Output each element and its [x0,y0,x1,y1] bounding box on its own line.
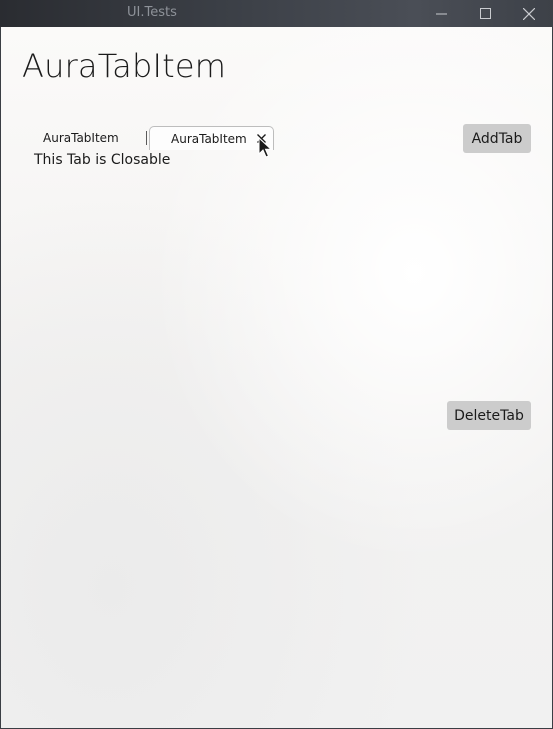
title-bar[interactable]: UI.Tests [0,0,553,27]
tab-separator [146,131,147,145]
tab-auratabitem-1[interactable]: AuraTabItem [29,125,145,151]
tab-auratabitem-2[interactable]: AuraTabItem [149,126,274,150]
close-button[interactable] [507,0,551,27]
tab-label: AuraTabItem [43,131,119,145]
minimize-button[interactable] [419,0,463,27]
tab-content-text: This Tab is Closable [34,152,171,168]
tab-close-icon[interactable] [254,131,268,145]
tab-label: AuraTabItem [171,131,247,146]
close-icon [523,7,535,20]
add-tab-button[interactable]: AddTab [463,124,531,153]
maximize-button[interactable] [463,0,507,27]
window-content: AuraTabItem AuraTabItem AuraTabItem This… [1,27,552,728]
maximize-icon [479,8,491,19]
minimize-icon [435,8,447,19]
delete-tab-button[interactable]: DeleteTab [447,401,531,430]
window-title: UI.Tests [127,5,177,20]
page-title: AuraTabItem [22,47,227,85]
